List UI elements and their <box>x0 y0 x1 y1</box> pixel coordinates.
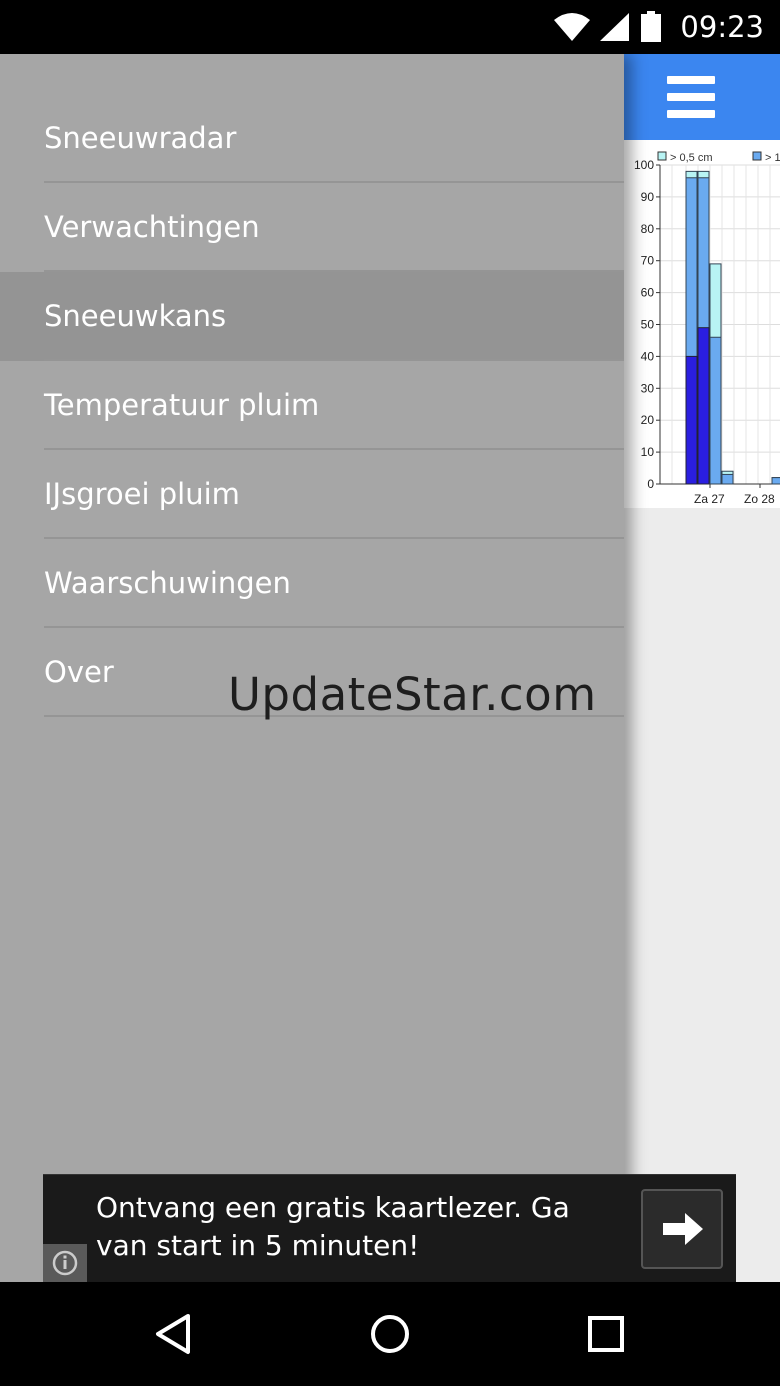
y-tick-label: 90 <box>641 190 655 204</box>
hamburger-menu-icon[interactable] <box>667 76 715 118</box>
bar <box>721 473 734 485</box>
status-bar: 09:23 <box>0 0 780 54</box>
snow-chance-chart: > 0,5 cm > 1 100 90 80 70 60 50 40 30 20 10 0 Za 27 Zo… <box>624 140 780 508</box>
menu-item-label: Sneeuwkans <box>44 299 227 333</box>
system-nav-bar <box>0 1282 780 1386</box>
y-tick-label: 20 <box>641 413 655 427</box>
home-icon[interactable] <box>364 1308 416 1360</box>
x-tick-label: Za 27 <box>694 492 725 506</box>
y-tick-label: 30 <box>641 381 655 395</box>
menu-item-verwachtingen[interactable]: Verwachtingen <box>0 183 624 272</box>
recents-icon[interactable] <box>580 1308 632 1360</box>
legend-label: > 1 <box>765 152 780 164</box>
ad-banner[interactable]: Ontvang een gratis kaartlezer. Ga van st… <box>43 1174 736 1282</box>
bar <box>685 355 698 485</box>
y-tick-label: 0 <box>647 477 654 491</box>
menu-item-waarschuwingen[interactable]: Waarschuwingen <box>0 539 624 628</box>
ad-text: Ontvang een gratis kaartlezer. Ga van st… <box>96 1191 570 1262</box>
menu-item-label: Temperatuur pluim <box>44 388 320 422</box>
menu-item-label: Verwachtingen <box>44 210 260 244</box>
y-tick-label: 100 <box>634 158 654 172</box>
y-tick-label: 40 <box>641 349 655 363</box>
x-tick-label: Zo 28 <box>744 492 775 506</box>
app-bar <box>624 54 780 140</box>
legend-swatch <box>657 151 667 161</box>
info-icon[interactable] <box>43 1244 87 1282</box>
drawer-menu: Sneeuwradar Verwachtingen Sneeuwkans Tem… <box>0 94 624 717</box>
menu-item-sneeuwradar[interactable]: Sneeuwradar <box>0 94 624 183</box>
back-icon[interactable] <box>148 1308 200 1360</box>
y-tick-label: 10 <box>641 445 655 459</box>
bar <box>771 477 780 485</box>
menu-item-label: Waarschuwingen <box>44 566 291 600</box>
bar <box>709 336 722 485</box>
wifi-icon <box>554 13 591 41</box>
menu-item-temperatuur-pluim[interactable]: Temperatuur pluim <box>0 361 624 450</box>
bar <box>697 327 710 485</box>
menu-item-sneeuwkans[interactable]: Sneeuwkans <box>0 272 624 361</box>
legend-swatch <box>752 151 762 161</box>
menu-item-label: Over <box>44 655 114 689</box>
legend-label: > 0,5 cm <box>670 152 713 164</box>
menu-item-ijsgroei-pluim[interactable]: IJsgroei pluim <box>0 450 624 539</box>
arrow-right-icon[interactable] <box>641 1189 723 1269</box>
cell-signal-icon <box>600 13 630 41</box>
clock: 09:23 <box>680 10 764 44</box>
menu-item-label: IJsgroei pluim <box>44 477 240 511</box>
y-tick-label: 60 <box>641 286 655 300</box>
watermark: UpdateStar.com <box>228 668 597 721</box>
y-tick-label: 50 <box>641 318 655 332</box>
menu-item-label: Sneeuwradar <box>44 121 237 155</box>
battery-icon <box>641 11 662 42</box>
y-tick-label: 80 <box>641 222 655 236</box>
y-tick-label: 70 <box>641 254 655 268</box>
